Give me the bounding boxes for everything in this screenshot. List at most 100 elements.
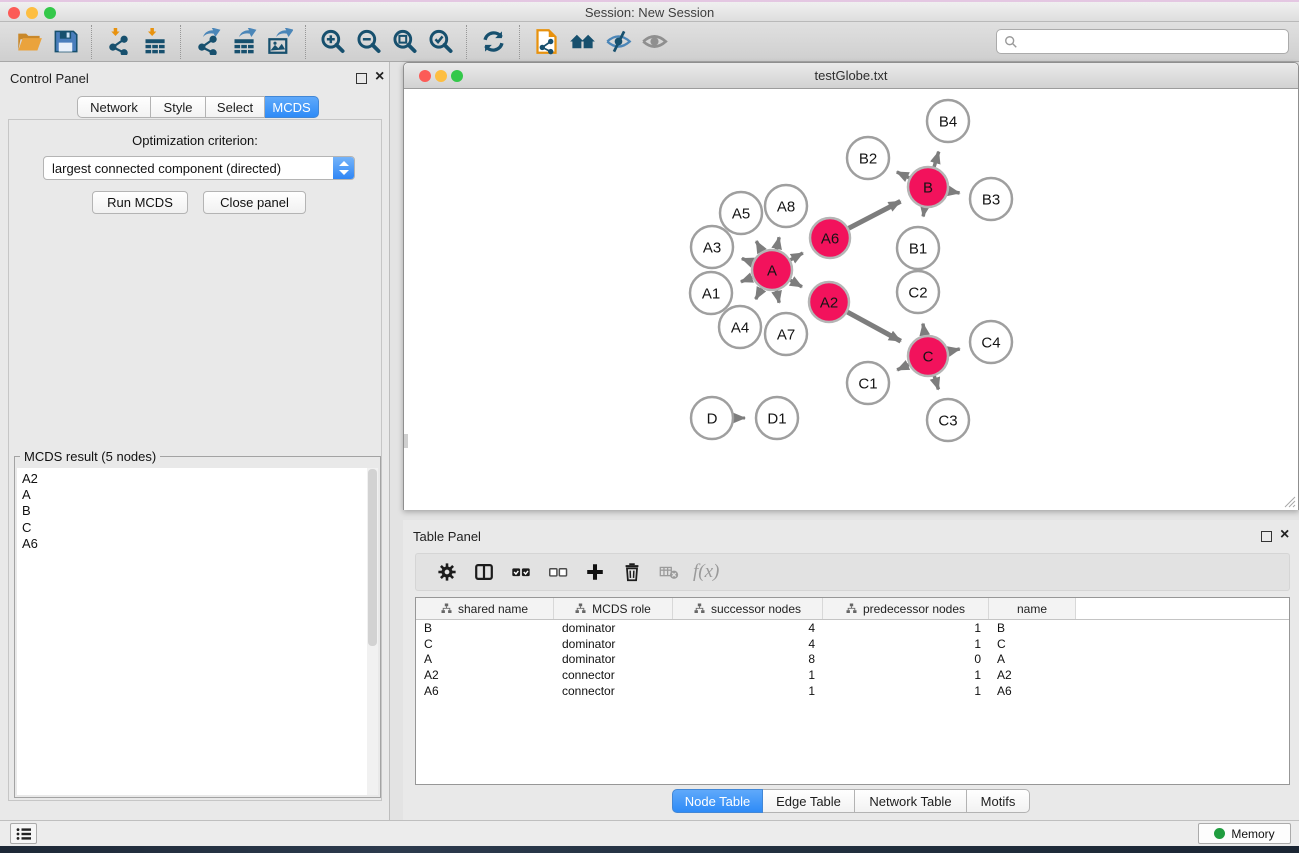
tab-motifs[interactable]: Motifs [967,789,1030,813]
edge-C-C1[interactable] [897,365,909,370]
node-C2[interactable]: C2 [897,271,939,313]
node-A5[interactable]: A5 [720,192,762,234]
delete-column-icon[interactable] [613,556,650,588]
table-cell[interactable]: 1 [823,684,989,698]
node-A6[interactable]: A6 [810,218,850,258]
run-mcds-button[interactable]: Run MCDS [92,191,188,214]
mcds-result-item[interactable]: A6 [22,536,38,552]
node-B4[interactable]: B4 [927,100,969,142]
tab-mcds[interactable]: MCDS [265,96,319,118]
column-header-successor-nodes[interactable]: successor nodes [673,598,823,619]
table-cell[interactable]: A2 [416,668,554,682]
table-cell[interactable]: connector [554,684,673,698]
float-panel-icon[interactable] [356,73,367,84]
edge-A-A3[interactable] [742,258,753,262]
table-row[interactable]: Adominator80A [416,652,1289,668]
table-row[interactable]: A6connector11A6 [416,683,1289,699]
table-cell[interactable]: A [416,652,554,666]
edge-B-B4[interactable] [934,152,939,167]
node-B2[interactable]: B2 [847,137,889,179]
node-C4[interactable]: C4 [970,321,1012,363]
edge-A-A6[interactable] [790,253,802,260]
network-canvas[interactable]: B4B2BB3A8A5A6A3B1AA1C2A2A4A7C4CC1C3DD1 [404,89,1298,510]
mcds-result-item[interactable]: A2 [22,471,38,487]
network-vertical-scrollbar[interactable] [404,434,408,448]
table-cell[interactable]: A6 [989,684,1076,698]
edge-C-C2[interactable] [923,324,925,336]
table-cell[interactable]: dominator [554,621,673,635]
close-panel-button[interactable]: Close panel [203,191,306,214]
table-cell[interactable]: 8 [673,652,823,666]
table-cell[interactable]: C [416,637,554,651]
node-C[interactable]: C [908,336,948,376]
add-column-icon[interactable] [576,556,613,588]
table-cell[interactable]: 0 [823,652,989,666]
edge-A2-C[interactable] [847,312,900,341]
tab-network-table[interactable]: Network Table [855,789,967,813]
refresh-icon[interactable] [475,25,511,59]
search-field[interactable] [996,29,1289,54]
delete-table-icon[interactable] [650,556,687,588]
edge-C-C4[interactable] [948,349,959,352]
window-resize-grip[interactable] [1282,494,1296,508]
network-graph[interactable]: B4B2BB3A8A5A6A3B1AA1C2A2A4A7C4CC1C3DD1 [404,89,1298,510]
node-A[interactable]: A [752,250,792,290]
node-A1[interactable]: A1 [690,272,732,314]
criterion-select[interactable]: largest connected component (directed) [43,156,355,180]
deselect-all-icon[interactable] [539,556,576,588]
hide-visual-icon[interactable] [600,25,636,59]
column-header-shared-name[interactable]: shared name [416,598,554,619]
edge-A-A2[interactable] [790,280,802,287]
show-visual-icon[interactable] [636,25,672,59]
mcds-result-item[interactable]: C [22,520,38,536]
mcds-list-scrollbar[interactable] [367,468,378,795]
table-cell[interactable]: 1 [823,668,989,682]
node-A3[interactable]: A3 [691,226,733,268]
network-from-file-icon[interactable] [528,25,564,59]
console-button[interactable] [10,823,37,844]
edge-A-A5[interactable] [756,241,762,251]
edge-A-A7[interactable] [776,291,779,303]
node-D1[interactable]: D1 [756,397,798,439]
node-A8[interactable]: A8 [765,185,807,227]
close-table-panel-icon[interactable]: × [1280,525,1289,545]
node-A4[interactable]: A4 [719,306,761,348]
zoom-fit-icon[interactable] [386,25,422,59]
float-table-panel-icon[interactable] [1261,531,1272,542]
table-cell[interactable]: dominator [554,652,673,666]
mcds-result-item[interactable]: A [22,487,38,503]
node-C3[interactable]: C3 [927,399,969,441]
tab-network[interactable]: Network [77,96,151,118]
export-image-icon[interactable] [261,25,297,59]
save-session-icon[interactable] [47,25,83,59]
import-table-icon[interactable] [136,25,172,59]
close-panel-icon[interactable]: × [375,67,384,87]
zoom-in-icon[interactable] [314,25,350,59]
node-B3[interactable]: B3 [970,178,1012,220]
table-settings-icon[interactable] [428,556,465,588]
export-table-icon[interactable] [225,25,261,59]
table-cell[interactable]: B [989,621,1076,635]
node-table[interactable]: shared nameMCDS rolesuccessor nodesprede… [415,597,1290,785]
function-builder-icon[interactable]: f(x) [687,556,719,588]
table-row[interactable]: Bdominator41B [416,620,1289,636]
table-cell[interactable]: 1 [823,637,989,651]
column-visibility-icon[interactable] [465,556,502,588]
table-cell[interactable]: 1 [823,621,989,635]
mcds-result-item[interactable]: B [22,503,38,519]
home-icon[interactable] [564,25,600,59]
open-session-icon[interactable] [11,25,47,59]
export-network-icon[interactable] [189,25,225,59]
column-header-MCDS-role[interactable]: MCDS role [554,598,673,619]
table-cell[interactable]: dominator [554,637,673,651]
import-network-icon[interactable] [100,25,136,59]
edge-A-A1[interactable] [741,277,752,281]
edge-A-A4[interactable] [756,288,762,299]
edge-A6-B[interactable] [849,201,901,228]
table-cell[interactable]: B [416,621,554,635]
tab-node-table[interactable]: Node Table [672,789,763,813]
tab-style[interactable]: Style [151,96,206,118]
table-cell[interactable]: connector [554,668,673,682]
select-all-icon[interactable] [502,556,539,588]
edge-B-B1[interactable] [923,208,924,217]
